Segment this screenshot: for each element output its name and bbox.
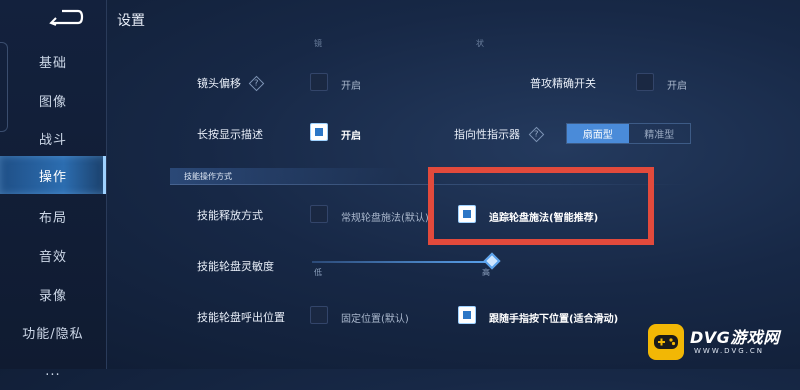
section-header: 技能操作方式	[170, 168, 400, 184]
sidebar-item-graphics[interactable]: 图像	[0, 81, 106, 119]
long-press-desc-option: 开启	[341, 131, 361, 142]
slider-max-label: 高	[482, 268, 490, 277]
slider-min-label: 低	[314, 268, 322, 277]
watermark: DVG游戏网 WWW.DVG.CN	[648, 322, 796, 364]
wheel-position-fixed-option: 固定位置(默认)	[341, 314, 409, 325]
sidebar-item-privacy[interactable]: 功能/隐私	[0, 313, 106, 351]
sidebar: 基础 图像 战斗 操作 布局 音效 录像 功能/隐私 ...	[0, 0, 107, 379]
attack-precision-checkbox[interactable]	[636, 73, 654, 91]
skill-cast-normal-checkbox[interactable]	[310, 205, 328, 223]
sidebar-item-label: 功能/隐私	[22, 326, 84, 342]
sidebar-item-label: 布局	[38, 210, 67, 226]
sidebar-item-label: 操作	[38, 169, 67, 185]
attack-precision-option: 开启	[667, 81, 687, 92]
faint-cutoff-text-left: 镜	[314, 39, 322, 48]
wheel-position-follow-option: 跟随手指按下位置(适合滑动)	[489, 314, 619, 325]
wheel-position-label: 技能轮盘呼出位置	[197, 311, 285, 324]
long-press-desc-label: 长按显示描述	[197, 128, 263, 141]
sidebar-item-label: 基础	[38, 55, 67, 71]
faint-cutoff-text-right: 状	[476, 39, 484, 48]
lens-offset-option: 开启	[341, 81, 361, 92]
sidebar-item-label: 图像	[38, 94, 67, 110]
lens-offset-label: 镜头偏移	[197, 77, 241, 90]
wheel-position-follow-checkbox[interactable]	[458, 306, 476, 324]
help-icon[interactable]: ?	[528, 126, 545, 143]
sidebar-item-label: 战斗	[38, 132, 67, 148]
indicator-option-precise[interactable]: 精准型	[629, 124, 691, 143]
sensitivity-slider-track[interactable]	[312, 261, 492, 263]
directional-indicator-toggle: 扇面型 精准型	[566, 123, 691, 144]
sidebar-item-label: 录像	[38, 288, 67, 304]
highlight-box	[428, 167, 654, 245]
sidebar-item-controls[interactable]: 操作	[0, 156, 106, 194]
sidebar-item-layout[interactable]: 布局	[0, 197, 106, 235]
indicator-option-fan[interactable]: 扇面型	[567, 124, 629, 143]
wheel-position-fixed-checkbox[interactable]	[310, 306, 328, 324]
sidebar-item-more[interactable]: ...	[0, 352, 106, 390]
page-title: 设置	[117, 13, 145, 29]
wheel-sensitivity-label: 技能轮盘灵敏度	[197, 260, 274, 273]
watermark-title: DVG游戏网	[690, 328, 780, 347]
skill-cast-normal-option: 常规轮盘施法(默认)	[341, 213, 429, 224]
gamepad-logo-icon	[648, 324, 684, 360]
back-arrow-icon[interactable]	[48, 8, 84, 26]
attack-precision-label: 普攻精确开关	[530, 77, 596, 90]
sidebar-item-label: ...	[45, 363, 61, 379]
sidebar-item-label: 音效	[38, 249, 67, 265]
directional-indicator-label: 指向性指示器	[454, 128, 520, 141]
sidebar-item-audio[interactable]: 音效	[0, 236, 106, 274]
watermark-url: WWW.DVG.CN	[694, 347, 765, 355]
sidebar-item-replay[interactable]: 录像	[0, 275, 106, 313]
skill-cast-mode-label: 技能释放方式	[197, 209, 263, 222]
help-icon[interactable]: ?	[248, 75, 265, 92]
lens-offset-checkbox[interactable]	[310, 73, 328, 91]
sidebar-item-basic[interactable]: 基础	[0, 42, 106, 80]
long-press-desc-checkbox[interactable]	[310, 123, 328, 141]
sidebar-item-combat[interactable]: 战斗	[0, 119, 106, 157]
